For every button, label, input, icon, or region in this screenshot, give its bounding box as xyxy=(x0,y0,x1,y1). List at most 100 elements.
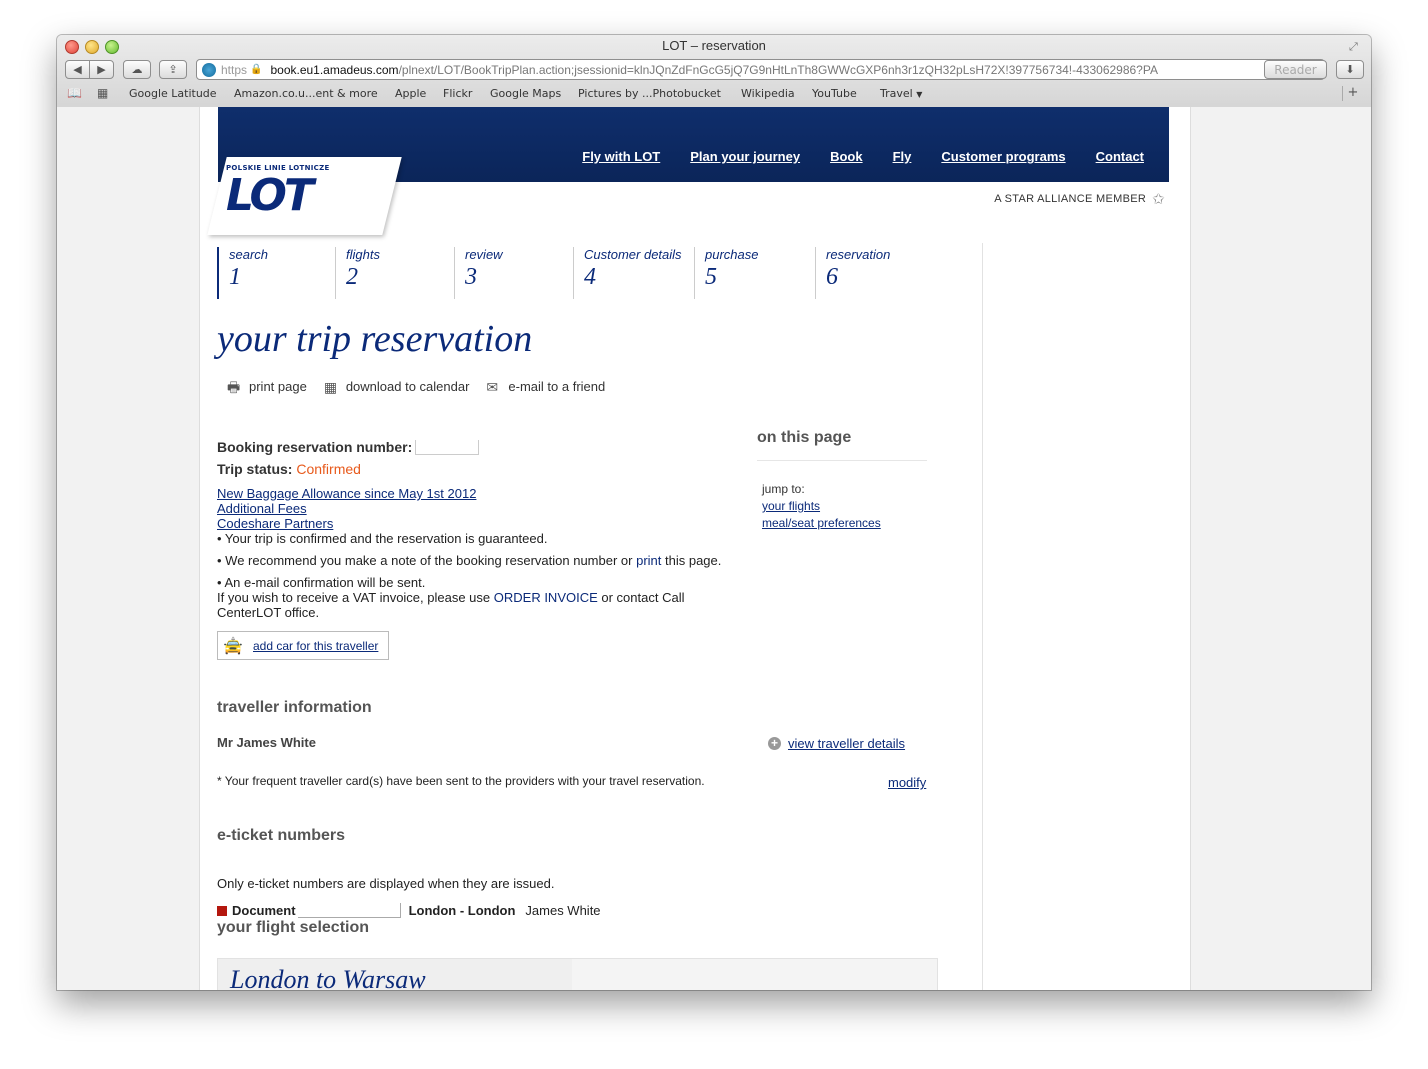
step-flights: flights 2 xyxy=(335,247,452,299)
document-row: Document London - London James White xyxy=(217,903,601,918)
booking-number-value xyxy=(415,440,480,455)
nav-plan-your-journey[interactable]: Plan your journey xyxy=(690,149,800,164)
nav-fly-with-lot[interactable]: Fly with LOT xyxy=(582,149,660,164)
downloads-button[interactable]: ⬇ xyxy=(1336,60,1364,79)
bookmark-item[interactable]: Flickr xyxy=(443,87,472,100)
envelope-icon: ✉ xyxy=(486,378,499,395)
jump-meal-seat-link[interactable]: meal/seat preferences xyxy=(762,515,881,532)
chevron-down-icon: ▼ xyxy=(916,90,923,99)
nav-book[interactable]: Book xyxy=(830,149,863,164)
lot-page: Fly with LOT Plan your journey Book Fly … xyxy=(199,107,1191,990)
calendar-icon: ▦ xyxy=(323,378,338,395)
view-traveller-details[interactable]: + view traveller details xyxy=(768,736,905,751)
url-host: book.eu1.amadeus.com xyxy=(270,62,399,77)
add-car-link[interactable]: add car for this traveller xyxy=(253,639,378,653)
flight-panel: London to Warsaw xyxy=(217,958,938,990)
print-page-label: print page xyxy=(249,379,307,394)
icloud-tabs-button[interactable]: ☁ xyxy=(123,60,151,79)
on-this-page-divider xyxy=(757,460,927,461)
bookmark-folder-travel[interactable]: Travel ▼ xyxy=(880,87,922,100)
step-label: flights xyxy=(346,247,380,262)
back-arrow-icon: ◀ xyxy=(73,63,82,76)
top-sites-icon[interactable]: ▦ xyxy=(97,86,108,100)
note-vat: If you wish to receive a VAT invoice, pl… xyxy=(217,590,747,620)
jump-your-flights-link[interactable]: your flights xyxy=(762,498,881,515)
share-button[interactable]: ⇪ xyxy=(159,60,187,79)
nav-contact[interactable]: Contact xyxy=(1096,149,1144,164)
email-friend-label: e-mail to a friend xyxy=(508,379,606,394)
url-path: /plnext/LOT/BookTripPlan.action;jsession… xyxy=(398,62,1158,77)
document-marker-icon xyxy=(217,906,227,916)
step-label: search xyxy=(229,247,269,262)
bookmark-item[interactable]: YouTube xyxy=(812,87,857,100)
forward-button[interactable]: ▶ xyxy=(89,60,114,79)
eticket-heading: e-ticket numbers xyxy=(217,827,346,844)
print-page-action[interactable]: 🖶 print page xyxy=(227,379,307,394)
bookmark-item[interactable]: Apple xyxy=(395,87,426,100)
fullscreen-icon[interactable]: ⤢ xyxy=(1349,40,1361,53)
star-alliance-text: A STAR ALLIANCE MEMBER xyxy=(994,193,1147,205)
star-alliance-icon: ✩ xyxy=(1152,191,1165,208)
bookmark-item[interactable]: Google Latitude xyxy=(129,87,217,100)
document-label: Document xyxy=(232,903,296,918)
traveller-info-heading: traveller information xyxy=(217,699,372,716)
nav-fly[interactable]: Fly xyxy=(893,149,912,164)
step-label: purchase xyxy=(705,247,759,262)
site-identity-icon[interactable] xyxy=(202,62,216,77)
bookmark-item[interactable]: Amazon.co.u...ent & more xyxy=(234,87,378,100)
download-calendar-action[interactable]: ▦ download to calendar xyxy=(324,379,470,394)
on-this-page-heading: on this page xyxy=(757,429,852,446)
bookmark-folder-label: Travel xyxy=(880,87,913,100)
info-links: New Baggage Allowance since May 1st 2012… xyxy=(217,486,476,531)
lock-icon: 🔒 xyxy=(250,64,263,75)
back-button[interactable]: ◀ xyxy=(65,60,90,79)
step-number: 2 xyxy=(346,264,358,290)
frequent-traveller-note: * Your frequent traveller card(s) have b… xyxy=(217,774,705,788)
order-invoice-link[interactable]: ORDER INVOICE xyxy=(494,590,602,605)
step-customer-details: Customer details 4 xyxy=(573,247,690,299)
logo-wordmark: LOT xyxy=(226,170,314,221)
step-review: review 3 xyxy=(454,247,571,299)
flight-selection-heading: your flight selection xyxy=(217,919,370,936)
note-print: • We recommend you make a note of the bo… xyxy=(217,553,747,568)
star-alliance-badge: A STAR ALLIANCE MEMBER ✩ xyxy=(994,190,1165,208)
page-title: your trip reservation xyxy=(217,318,533,360)
jump-to-list: jump to: your flights meal/seat preferen… xyxy=(762,481,881,532)
view-traveller-details-link[interactable]: view traveller details xyxy=(788,736,905,751)
add-car-box: 🚖 add car for this traveller xyxy=(217,631,389,660)
sidebar-divider xyxy=(982,243,983,990)
step-reservation: reservation 6 xyxy=(815,247,932,299)
browser-window: LOT – reservation ⤢ ◀ ▶ ☁ ⇪ https 🔒 book… xyxy=(57,35,1371,990)
main-nav: Fly with LOT Plan your journey Book Fly … xyxy=(582,149,1144,164)
codeshare-partners-link[interactable]: Codeshare Partners xyxy=(217,516,476,531)
share-icon: ⇪ xyxy=(168,63,178,76)
modify-link[interactable]: modify xyxy=(888,775,926,790)
note-confirmed: • Your trip is confirmed and the reserva… xyxy=(217,531,548,546)
traveller-name: Mr James White xyxy=(217,735,316,750)
bookmark-item[interactable]: Google Maps xyxy=(490,87,561,100)
vat-text: If you wish to receive a VAT invoice, pl… xyxy=(217,590,494,605)
confirmation-notes: • Your trip is confirmed and the reserva… xyxy=(217,531,747,627)
print-link[interactable]: print xyxy=(636,553,661,568)
document-number xyxy=(297,903,401,918)
document-route: London - London xyxy=(408,903,516,918)
step-number: 4 xyxy=(584,264,596,290)
jump-to-label: jump to: xyxy=(762,482,805,496)
address-bar[interactable]: https 🔒 book.eu1.amadeus.com /plnext/LOT… xyxy=(196,59,1325,80)
bookmark-item[interactable]: Pictures by ...Photobucket xyxy=(578,87,721,100)
booking-steps: search 1 flights 2 review 3 Customer det… xyxy=(217,247,942,299)
bookmark-item[interactable]: Wikipedia xyxy=(741,87,795,100)
nav-customer-programs[interactable]: Customer programs xyxy=(941,149,1065,164)
reader-button[interactable]: Reader xyxy=(1264,60,1327,79)
note-email: • An e-mail confirmation will be sent. xyxy=(217,575,426,590)
cloud-icon: ☁ xyxy=(131,63,143,76)
step-number: 6 xyxy=(826,264,838,290)
email-friend-action[interactable]: ✉ e-mail to a friend xyxy=(486,379,605,394)
add-bookmark-icon[interactable]: + xyxy=(1342,86,1363,101)
additional-fees-link[interactable]: Additional Fees xyxy=(217,501,476,516)
lot-logo[interactable]: POLSKIE LINIE LOTNICZE LOT xyxy=(226,164,366,224)
url-scheme: https xyxy=(221,62,248,77)
reading-list-icon[interactable]: 📖 xyxy=(67,86,82,100)
forward-arrow-icon: ▶ xyxy=(97,63,106,76)
baggage-allowance-link[interactable]: New Baggage Allowance since May 1st 2012 xyxy=(217,486,476,501)
